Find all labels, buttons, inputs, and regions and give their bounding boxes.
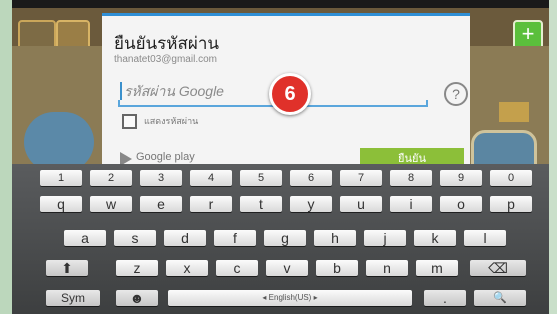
key-x[interactable]: x: [166, 260, 208, 276]
show-password-checkbox[interactable]: [122, 114, 137, 129]
device-screen: + ยืนยันรหัสผ่าน thanatet03@gmail.com 6 …: [12, 0, 549, 314]
google-play-label: Google play: [136, 151, 195, 163]
key-f[interactable]: f: [214, 230, 256, 246]
key-b[interactable]: b: [316, 260, 358, 276]
emoji-key[interactable]: ☻: [116, 290, 158, 306]
show-password-label: แสดงรหัสผ่าน: [144, 116, 199, 126]
sym-key[interactable]: Sym: [46, 290, 100, 306]
key-h[interactable]: h: [314, 230, 356, 246]
key-q[interactable]: q: [40, 196, 82, 212]
keyboard-number-row: 1 2 3 4 5 6 7 8 9 0: [12, 170, 549, 190]
key-z[interactable]: z: [116, 260, 158, 276]
key-r[interactable]: r: [190, 196, 232, 212]
game-tile: [499, 102, 529, 122]
key-6[interactable]: 6: [290, 170, 332, 186]
step-number-badge: 6: [269, 73, 311, 115]
keyboard-row-zxcv: ⬆ z x c v b n m ⌫: [12, 260, 549, 280]
keyboard-row-bottom: Sym ☻ ◂ English(US) ▸ . 🔍: [12, 290, 549, 310]
key-l[interactable]: l: [464, 230, 506, 246]
help-icon[interactable]: ?: [444, 82, 468, 106]
key-d[interactable]: d: [164, 230, 206, 246]
key-9[interactable]: 9: [440, 170, 482, 186]
key-3[interactable]: 3: [140, 170, 182, 186]
text-cursor: [120, 82, 122, 100]
key-j[interactable]: j: [364, 230, 406, 246]
key-k[interactable]: k: [414, 230, 456, 246]
page-background-right: [549, 0, 557, 314]
key-s[interactable]: s: [114, 230, 156, 246]
key-w[interactable]: w: [90, 196, 132, 212]
key-a[interactable]: a: [64, 230, 106, 246]
dialog-title: ยืนยันรหัสผ่าน: [114, 34, 220, 53]
key-p[interactable]: p: [490, 196, 532, 212]
game-character-icon: [24, 112, 94, 172]
key-4[interactable]: 4: [190, 170, 232, 186]
key-5[interactable]: 5: [240, 170, 282, 186]
key-y[interactable]: y: [290, 196, 332, 212]
key-2[interactable]: 2: [90, 170, 132, 186]
key-u[interactable]: u: [340, 196, 382, 212]
key-m[interactable]: m: [416, 260, 458, 276]
key-1[interactable]: 1: [40, 170, 82, 186]
backspace-key[interactable]: ⌫: [470, 260, 526, 276]
key-8[interactable]: 8: [390, 170, 432, 186]
key-v[interactable]: v: [266, 260, 308, 276]
shift-key[interactable]: ⬆: [46, 260, 88, 276]
keyboard-row-asdf: a s d f g h j k l: [12, 230, 549, 250]
onscreen-keyboard: 1 2 3 4 5 6 7 8 9 0 q w e r t y u i o p …: [12, 164, 549, 314]
key-t[interactable]: t: [240, 196, 282, 212]
key-n[interactable]: n: [366, 260, 408, 276]
key-0[interactable]: 0: [490, 170, 532, 186]
key-o[interactable]: o: [440, 196, 482, 212]
password-input[interactable]: [118, 78, 418, 104]
search-key[interactable]: 🔍: [474, 290, 526, 306]
period-key[interactable]: .: [424, 290, 466, 306]
key-g[interactable]: g: [264, 230, 306, 246]
password-confirm-dialog: ยืนยันรหัสผ่าน thanatet03@gmail.com 6 ? …: [102, 13, 470, 167]
key-7[interactable]: 7: [340, 170, 382, 186]
keyboard-row-qwerty: q w e r t y u i o p: [12, 196, 549, 216]
space-bar[interactable]: ◂ English(US) ▸: [168, 290, 412, 306]
page-background-left: [0, 0, 12, 314]
account-email: thanatet03@gmail.com: [114, 54, 217, 65]
key-e[interactable]: e: [140, 196, 182, 212]
key-c[interactable]: c: [216, 260, 258, 276]
key-i[interactable]: i: [390, 196, 432, 212]
